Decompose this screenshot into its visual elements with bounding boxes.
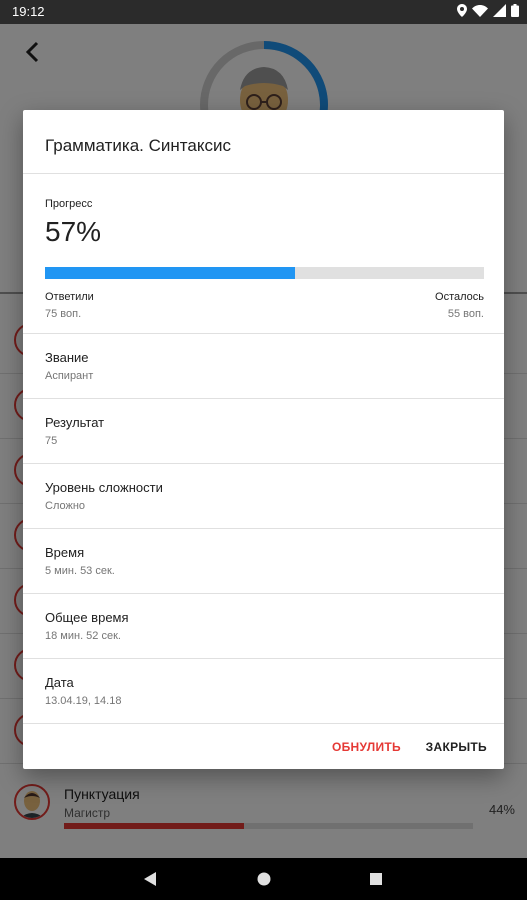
- info-row-date: Дата 13.04.19, 14.18: [23, 658, 504, 723]
- nav-home-icon[interactable]: [257, 872, 271, 886]
- info-row-label: Результат: [45, 415, 105, 430]
- info-row-value: 18 мин. 52 сек.: [45, 630, 121, 642]
- info-row-value: 5 мин. 53 сек.: [45, 565, 115, 577]
- info-row-label: Время: [45, 545, 85, 560]
- stats-dialog: Грамматика. Синтаксис Прогресс 57% Ответ…: [23, 110, 504, 769]
- info-row-label: Уровень сложности: [45, 480, 163, 495]
- answered-label: Ответили: [45, 291, 94, 303]
- info-row-result: Результат 75: [23, 398, 504, 463]
- info-row-value: 75: [45, 435, 58, 447]
- signal-icon: [493, 4, 506, 17]
- nav-recent-icon[interactable]: [370, 873, 382, 885]
- info-row-label: Звание: [45, 350, 89, 365]
- info-row-label: Общее время: [45, 610, 129, 625]
- status-time: 19:12: [12, 4, 45, 19]
- close-button[interactable]: ЗАКРЫТЬ: [426, 740, 487, 754]
- location-icon: [457, 4, 467, 17]
- divider: [23, 173, 504, 174]
- progress-bar-fill: [45, 267, 296, 279]
- dialog-actions: ОБНУЛИТЬ ЗАКРЫТЬ: [23, 723, 504, 769]
- navigation-bar: [0, 858, 527, 900]
- remaining-value: 55 воп.: [447, 308, 484, 320]
- status-icons: [457, 4, 519, 17]
- status-bar: 19:12: [0, 0, 527, 24]
- answered-value: 75 воп.: [45, 308, 82, 320]
- info-row-difficulty: Уровень сложности Сложно: [23, 463, 504, 528]
- reset-button[interactable]: ОБНУЛИТЬ: [332, 740, 401, 754]
- info-row-time: Время 5 мин. 53 сек.: [23, 528, 504, 593]
- dialog-title: Грамматика. Синтаксис: [45, 136, 231, 155]
- info-row-value: Аспирант: [45, 370, 94, 382]
- progress-value: 57%: [45, 216, 102, 247]
- battery-icon: [511, 4, 519, 17]
- info-row-rank: Звание Аспирант: [23, 333, 504, 398]
- remaining-label: Осталось: [435, 291, 484, 303]
- progress-bar: [45, 267, 484, 279]
- nav-back-icon[interactable]: [143, 871, 157, 887]
- info-row-label: Дата: [45, 675, 74, 690]
- info-row-value: Сложно: [45, 500, 86, 512]
- info-row-value: 13.04.19, 14.18: [45, 695, 122, 707]
- wifi-icon: [472, 4, 488, 17]
- progress-label: Прогресс: [45, 198, 93, 210]
- info-row-total-time: Общее время 18 мин. 52 сек.: [23, 593, 504, 658]
